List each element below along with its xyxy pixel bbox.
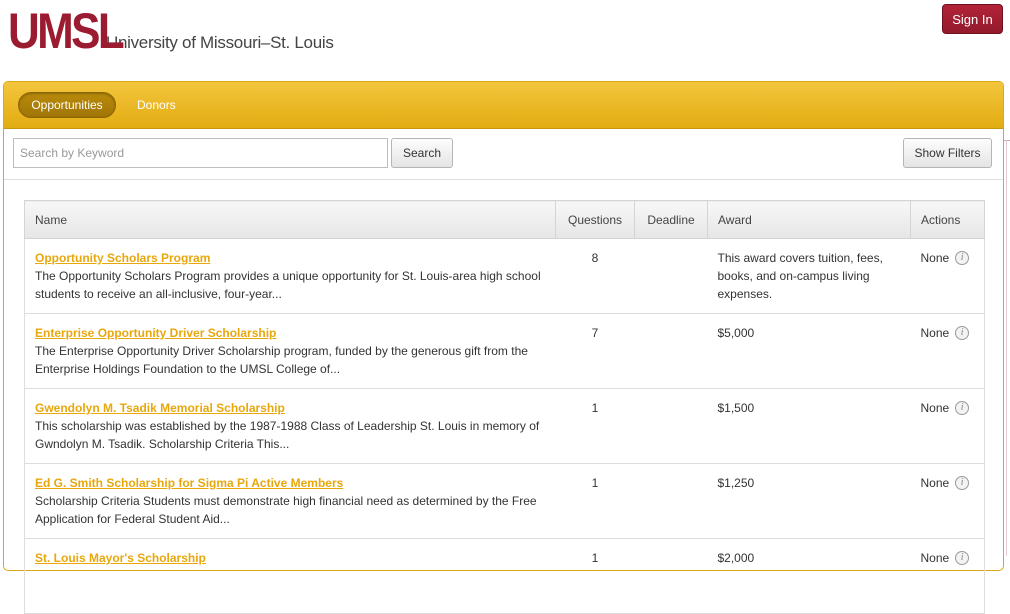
info-icon[interactable]: i bbox=[955, 326, 970, 340]
actions-cell: None i bbox=[910, 238, 985, 314]
logo-mark: UMSL bbox=[8, 3, 125, 59]
name-cell: St. Louis Mayor's Scholarship bbox=[24, 538, 556, 614]
opportunity-description: This scholarship was established by the … bbox=[35, 419, 540, 451]
opportunities-panel: Opportunities Donors Search Show Filters… bbox=[3, 81, 1004, 614]
info-icon[interactable]: i bbox=[955, 551, 970, 565]
show-filters-button[interactable]: Show Filters bbox=[903, 138, 992, 168]
opportunity-link[interactable]: Enterprise Opportunity Driver Scholarshi… bbox=[35, 326, 276, 340]
search-button[interactable]: Search bbox=[391, 138, 453, 168]
actions-cell: None i bbox=[910, 463, 985, 539]
opportunity-link[interactable]: St. Louis Mayor's Scholarship bbox=[35, 551, 206, 565]
table-row: Gwendolyn M. Tsadik Memorial Scholarship… bbox=[24, 388, 985, 464]
opportunity-description: The Opportunity Scholars Program provide… bbox=[35, 269, 541, 301]
deadline-cell bbox=[634, 538, 708, 614]
column-header-questions[interactable]: Questions bbox=[555, 200, 635, 239]
info-icon[interactable]: i bbox=[955, 476, 970, 490]
action-label: None bbox=[920, 251, 950, 265]
column-header-deadline[interactable]: Deadline bbox=[634, 200, 708, 239]
tab-opportunities[interactable]: Opportunities bbox=[18, 92, 116, 118]
opportunity-link[interactable]: Gwendolyn M. Tsadik Memorial Scholarship bbox=[35, 401, 285, 415]
deadline-cell bbox=[634, 388, 708, 464]
actions-cell: None i bbox=[910, 388, 985, 464]
column-header-name[interactable]: Name bbox=[24, 200, 556, 239]
questions-cell: 1 bbox=[555, 388, 635, 464]
opportunity-description: Scholarship Criteria Students must demon… bbox=[35, 494, 537, 526]
column-header-actions: Actions bbox=[910, 200, 985, 239]
opportunity-link[interactable]: Ed G. Smith Scholarship for Sigma Pi Act… bbox=[35, 476, 343, 490]
sign-in-button[interactable]: Sign In bbox=[942, 4, 1003, 34]
opportunities-table: Name Questions Deadline Award Actions Op… bbox=[24, 200, 985, 614]
umsl-logo[interactable]: UMSL University of Missouri–St. Louis bbox=[8, 3, 334, 59]
name-cell: Ed G. Smith Scholarship for Sigma Pi Act… bbox=[24, 463, 556, 539]
questions-cell: 1 bbox=[555, 538, 635, 614]
nav-bar: Opportunities Donors bbox=[4, 82, 1003, 129]
info-icon[interactable]: i bbox=[955, 401, 970, 415]
award-cell: $1,500 bbox=[707, 388, 911, 464]
action-label: None bbox=[920, 401, 950, 415]
questions-cell: 8 bbox=[555, 238, 635, 314]
divider bbox=[1006, 140, 1007, 556]
search-input[interactable] bbox=[13, 138, 388, 168]
column-header-award[interactable]: Award bbox=[707, 200, 911, 239]
award-cell: $5,000 bbox=[707, 313, 911, 389]
table-row: Enterprise Opportunity Driver Scholarshi… bbox=[24, 313, 985, 389]
questions-cell: 7 bbox=[555, 313, 635, 389]
questions-cell: 1 bbox=[555, 463, 635, 539]
opportunity-description: The Enterprise Opportunity Driver Schola… bbox=[35, 344, 528, 376]
deadline-cell bbox=[634, 313, 708, 389]
action-label: None bbox=[920, 326, 950, 340]
deadline-cell bbox=[634, 238, 708, 314]
tab-donors[interactable]: Donors bbox=[137, 98, 176, 112]
award-cell: $2,000 bbox=[707, 538, 911, 614]
action-label: None bbox=[920, 476, 950, 490]
actions-cell: None i bbox=[910, 538, 985, 614]
opportunity-link[interactable]: Opportunity Scholars Program bbox=[35, 251, 210, 265]
table-row: St. Louis Mayor's Scholarship 1 $2,000 N… bbox=[24, 538, 985, 614]
table-row: Opportunity Scholars Program The Opportu… bbox=[24, 238, 985, 314]
table-header-row: Name Questions Deadline Award Actions bbox=[24, 200, 985, 239]
table-row: Ed G. Smith Scholarship for Sigma Pi Act… bbox=[24, 463, 985, 539]
actions-cell: None i bbox=[910, 313, 985, 389]
name-cell: Gwendolyn M. Tsadik Memorial Scholarship… bbox=[24, 388, 556, 464]
award-cell: $1,250 bbox=[707, 463, 911, 539]
divider bbox=[1004, 140, 1010, 141]
name-cell: Opportunity Scholars Program The Opportu… bbox=[24, 238, 556, 314]
search-toolbar: Search Show Filters bbox=[4, 128, 1003, 180]
award-cell: This award covers tuition, fees, books, … bbox=[707, 238, 911, 314]
action-label: None bbox=[920, 551, 950, 565]
deadline-cell bbox=[634, 463, 708, 539]
logo-university-name: University of Missouri–St. Louis bbox=[106, 33, 334, 52]
info-icon[interactable]: i bbox=[955, 251, 970, 265]
name-cell: Enterprise Opportunity Driver Scholarshi… bbox=[24, 313, 556, 389]
